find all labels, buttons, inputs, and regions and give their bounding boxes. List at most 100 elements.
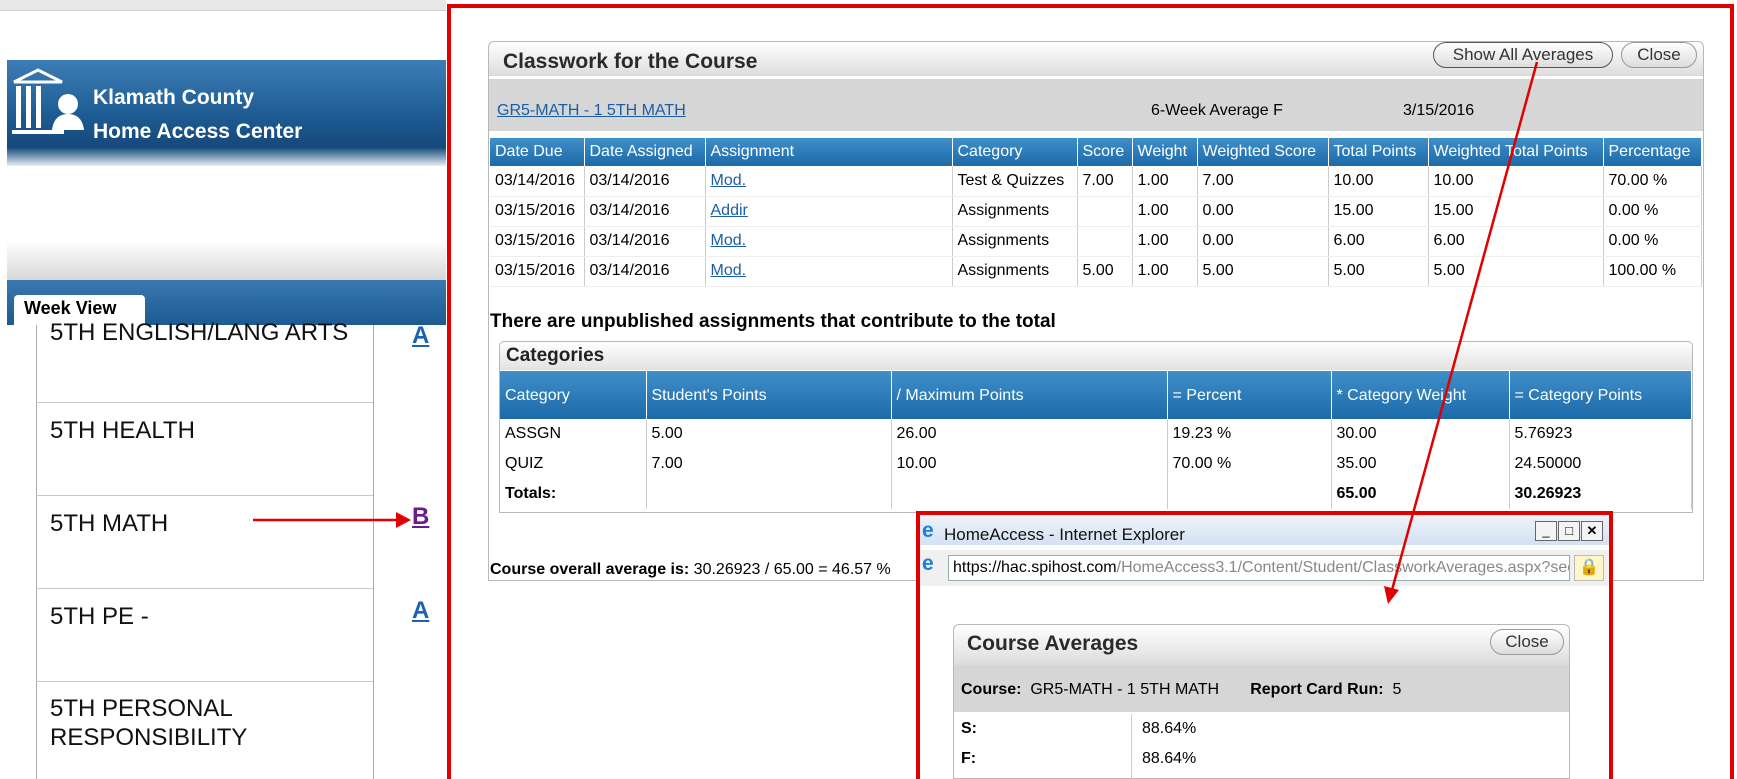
site-name: Home Access Center: [93, 120, 303, 143]
course-averages-info: Course: GR5-MATH - 1 5TH MATH Report Car…: [961, 681, 1401, 699]
cell-percentage: 0.00 %: [1603, 196, 1702, 227]
panel-title: Classwork for the Course: [503, 50, 758, 73]
course-row-personal-responsibility: 5TH PERSONAL RESPONSIBILITY: [36, 682, 373, 779]
table-row: ASSGN 5.00 26.00 19.23 % 30.00 5.76923: [500, 419, 1692, 449]
cell-weighted-score: 5.00: [1197, 256, 1329, 287]
grade-link-pe[interactable]: A: [412, 597, 429, 625]
url-path: /HomeAccess3.1/Content/Student/Classwork…: [1116, 559, 1570, 576]
course-row-english: 5TH ENGLISH/LANG ARTS: [36, 319, 373, 403]
cell-score: 7.00: [1077, 166, 1133, 197]
col-percent: = Percent: [1167, 371, 1332, 419]
cell-weight: 1.00: [1132, 256, 1198, 287]
table-row: 03/15/2016 03/14/2016 Mod. Assignments 1…: [490, 226, 1702, 257]
run-label: Report Card Run:: [1250, 681, 1384, 698]
cell-weight: 1.00: [1132, 196, 1198, 227]
url-domain: spihost.com: [1031, 559, 1117, 576]
cell-empty: [891, 479, 1168, 509]
grade-link-math[interactable]: B: [412, 503, 429, 531]
table-row: 03/15/2016 03/14/2016 Addir Assignments …: [490, 196, 1702, 227]
course-name: 5TH PE -: [50, 603, 149, 630]
url-field[interactable]: https://hac.spihost.com/HomeAccess3.1/Co…: [948, 555, 1570, 581]
assignment-link[interactable]: Addir: [711, 202, 748, 219]
table-header-row: Category Student's Points / Maximum Poin…: [500, 371, 1692, 419]
cell-score: [1077, 196, 1133, 227]
averages-column-divider: [1131, 714, 1132, 779]
cell-category-points: 5.76923: [1509, 419, 1692, 449]
col-weighted-total-points[interactable]: Weighted Total Points: [1428, 138, 1604, 166]
run-value: 5: [1392, 681, 1402, 698]
average-value-s: 88.64%: [1142, 720, 1197, 737]
assignment-link[interactable]: Mod.: [711, 262, 747, 279]
col-assignment[interactable]: Assignment: [705, 138, 953, 166]
minimize-icon[interactable]: _: [1535, 521, 1557, 541]
course-name: 5TH ENGLISH/LANG ARTS: [50, 319, 349, 346]
close-button[interactable]: Close: [1490, 629, 1564, 655]
course-name: 5TH MATH: [50, 510, 169, 537]
ie-page-icon: e: [922, 552, 934, 575]
course-row-math: 5TH MATH: [36, 496, 373, 589]
show-all-averages-button[interactable]: Show All Averages: [1433, 42, 1613, 68]
col-weighted-score[interactable]: Weighted Score: [1197, 138, 1329, 166]
cell-weighted-total-points: 5.00: [1428, 256, 1604, 287]
cell-date-assigned: 03/14/2016: [584, 256, 706, 287]
cell-weighted-total-points: 6.00: [1428, 226, 1604, 257]
col-category-points: = Category Points: [1509, 371, 1692, 419]
average-label-f: F:: [961, 750, 977, 767]
cell-category: ASSGN: [500, 419, 647, 449]
cell-maximum-points: 10.00: [891, 449, 1168, 479]
close-button[interactable]: Close: [1621, 42, 1697, 68]
cell-assignment: Mod.: [705, 226, 953, 257]
close-window-icon[interactable]: ✕: [1581, 521, 1603, 541]
maximize-icon[interactable]: □: [1558, 521, 1580, 541]
cell-students-points: 5.00: [646, 419, 892, 449]
six-week-average: 6-Week Average F: [1151, 102, 1283, 119]
course-list-border-right: [373, 325, 374, 779]
header-sheen: [7, 148, 446, 166]
cell-percent: 70.00 %: [1167, 449, 1332, 479]
overall-average: Course overall average is: 30.26923 / 65…: [490, 561, 891, 579]
cell-date-assigned: 03/14/2016: [584, 166, 706, 197]
overall-average-label: Course overall average is:: [490, 561, 690, 578]
cell-weighted-total-points: 10.00: [1428, 166, 1604, 197]
course-row-health: 5TH HEALTH: [36, 403, 373, 496]
col-date-assigned[interactable]: Date Assigned: [584, 138, 706, 166]
categories-title: Categories: [506, 345, 605, 366]
cell-percentage: 0.00 %: [1603, 226, 1702, 257]
assignments-table: Date Due Date Assigned Assignment Catego…: [490, 138, 1702, 287]
cell-score: [1077, 226, 1133, 257]
col-percentage[interactable]: Percentage: [1603, 138, 1702, 166]
col-date-due[interactable]: Date Due: [490, 138, 585, 166]
col-category[interactable]: Category: [952, 138, 1078, 166]
cell-percent: 19.23 %: [1167, 419, 1332, 449]
cell-date-due: 03/14/2016: [490, 166, 585, 197]
col-maximum-points: / Maximum Points: [891, 371, 1168, 419]
cell-category: Assignments: [952, 256, 1078, 287]
assignment-link[interactable]: Mod.: [711, 232, 747, 249]
table-row: 03/15/2016 03/14/2016 Mod. Assignments 5…: [490, 256, 1702, 287]
col-total-points[interactable]: Total Points: [1328, 138, 1429, 166]
categories-table: Category Student's Points / Maximum Poin…: [500, 371, 1692, 509]
lock-icon[interactable]: 🔒: [1574, 555, 1604, 581]
col-score[interactable]: Score: [1077, 138, 1133, 166]
assignment-link[interactable]: Mod.: [711, 172, 747, 189]
cell-assignment: Mod.: [705, 166, 953, 197]
cell-weighted-score: 0.00: [1197, 196, 1329, 227]
col-students-points: Student's Points: [646, 371, 892, 419]
col-weight[interactable]: Weight: [1132, 138, 1198, 166]
grade-link-english[interactable]: A: [412, 322, 429, 350]
cell-date-due: 03/15/2016: [490, 196, 585, 227]
cell-score: 5.00: [1077, 256, 1133, 287]
course-link[interactable]: GR5-MATH - 1 5TH MATH: [497, 102, 686, 120]
course-label: Course:: [961, 681, 1022, 698]
cell-total-points: 30.26923: [1509, 479, 1692, 509]
cell-date-due: 03/15/2016: [490, 226, 585, 257]
cell-date-due: 03/15/2016: [490, 256, 585, 287]
browser-menu-bar: [0, 0, 446, 11]
cell-percentage: 70.00 %: [1603, 166, 1702, 197]
categories-header: [500, 342, 1692, 370]
cell-weighted-score: 0.00: [1197, 226, 1329, 257]
cell-assignment: Mod.: [705, 256, 953, 287]
cell-total-points: 15.00: [1328, 196, 1429, 227]
cell-category: Assignments: [952, 196, 1078, 227]
table-header-row: Date Due Date Assigned Assignment Catego…: [490, 138, 1702, 166]
